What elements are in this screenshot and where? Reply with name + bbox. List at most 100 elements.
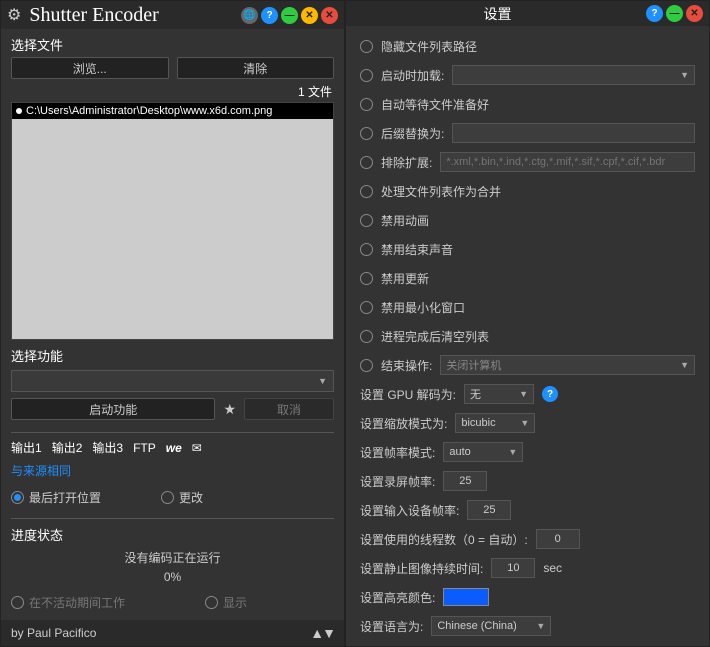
progress-status: 没有编码正在运行 xyxy=(1,547,344,568)
start-function-button[interactable]: 启动功能 xyxy=(11,398,215,420)
star-icon[interactable]: ★ xyxy=(223,401,236,418)
suffix-label: 后缀替换为: xyxy=(381,125,444,142)
threads-input[interactable] xyxy=(536,529,580,549)
exclude-label: 排除扩展: xyxy=(381,154,432,171)
chevron-down-icon: ▼ xyxy=(680,360,689,370)
chevron-down-icon: ▼ xyxy=(520,418,529,428)
exclude-input[interactable] xyxy=(440,152,695,172)
auto-wait-radio[interactable] xyxy=(360,98,373,111)
gpu-decode-label: 设置 GPU 解码为: xyxy=(360,386,456,403)
end-action-radio[interactable] xyxy=(360,359,373,372)
load-start-label: 启动时加载: xyxy=(381,67,444,84)
globe-icon[interactable]: 🌐 xyxy=(241,7,258,24)
change-radio[interactable] xyxy=(161,491,174,504)
hide-path-radio[interactable] xyxy=(360,40,373,53)
maximize-icon[interactable]: ✕ xyxy=(301,7,318,24)
browse-button[interactable]: 浏览... xyxy=(11,57,169,79)
app-title: Shutter Encoder xyxy=(29,4,238,27)
rec-fps-label: 设置录屏帧率: xyxy=(360,473,435,490)
change-label: 更改 xyxy=(179,489,203,506)
lang-dropdown[interactable]: Chinese (China) ▼ xyxy=(431,616,551,636)
show-label: 显示 xyxy=(223,594,247,611)
hide-path-label: 隐藏文件列表路径 xyxy=(381,38,477,55)
tab-output1[interactable]: 输出1 xyxy=(11,439,42,456)
chevron-down-icon: ▼ xyxy=(508,447,517,457)
file-item[interactable]: C:\Users\Administrator\Desktop\www.x6d.c… xyxy=(12,103,333,119)
suffix-input[interactable] xyxy=(452,123,695,143)
fps-mode-value: auto xyxy=(449,446,470,458)
lang-value: Chinese (China) xyxy=(437,620,516,632)
exclude-radio[interactable] xyxy=(360,156,373,169)
disable-update-label: 禁用更新 xyxy=(381,270,429,287)
fps-mode-label: 设置帧率模式: xyxy=(360,444,435,461)
tab-ftp[interactable]: FTP xyxy=(133,441,156,455)
progress-pct: 0% xyxy=(1,568,344,586)
gear-icon[interactable]: ⚙ xyxy=(7,5,21,25)
show-radio[interactable] xyxy=(205,596,218,609)
load-start-dropdown[interactable]: ▼ xyxy=(452,65,695,85)
mail-icon[interactable]: ✉ xyxy=(192,441,202,455)
same-as-source-link[interactable]: 与来源相同 xyxy=(1,460,344,481)
chevron-down-icon: ▼ xyxy=(536,621,545,631)
disable-update-radio[interactable] xyxy=(360,272,373,285)
help-icon[interactable]: ? xyxy=(646,5,663,22)
help-icon[interactable]: ? xyxy=(542,386,558,402)
credit: by Paul Pacifico xyxy=(11,626,96,640)
expand-icon[interactable]: ▲▼ xyxy=(310,625,334,641)
disable-min-label: 禁用最小化窗口 xyxy=(381,299,465,316)
close-icon[interactable]: ✕ xyxy=(686,5,703,22)
still-dur-label: 设置静止图像持续时间: xyxy=(360,560,483,577)
in-fps-input[interactable] xyxy=(467,500,511,520)
gpu-decode-dropdown[interactable]: 无▼ xyxy=(464,384,534,404)
idle-work-radio[interactable] xyxy=(11,596,24,609)
end-action-label: 结束操作: xyxy=(381,357,432,374)
open-last-radio[interactable] xyxy=(11,491,24,504)
end-action-dropdown[interactable]: 关闭计算机 ▼ xyxy=(440,355,695,375)
auto-wait-label: 自动等待文件准备好 xyxy=(381,96,489,113)
clear-after-radio[interactable] xyxy=(360,330,373,343)
scale-mode-value: bicubic xyxy=(461,417,495,429)
load-start-radio[interactable] xyxy=(360,69,373,82)
gpu-decode-value: 无 xyxy=(470,386,481,402)
rec-fps-input[interactable] xyxy=(443,471,487,491)
select-func-label: 选择功能 xyxy=(1,340,344,368)
chevron-down-icon: ▼ xyxy=(519,389,528,399)
disable-sound-radio[interactable] xyxy=(360,243,373,256)
merge-label: 处理文件列表作为合并 xyxy=(381,183,501,200)
help-icon[interactable]: ? xyxy=(261,7,278,24)
minimize-icon[interactable]: — xyxy=(281,7,298,24)
function-dropdown[interactable]: ▼ xyxy=(11,370,334,392)
chevron-down-icon: ▼ xyxy=(680,70,689,80)
select-file-label: 选择文件 xyxy=(1,29,344,57)
cancel-button[interactable]: 取消 xyxy=(244,398,334,420)
close-icon[interactable]: ✕ xyxy=(321,7,338,24)
lang-label: 设置语言为: xyxy=(360,618,423,635)
scale-mode-label: 设置缩放模式为: xyxy=(360,415,447,432)
open-last-label: 最后打开位置 xyxy=(29,489,101,506)
accent-color-picker[interactable] xyxy=(443,588,489,606)
file-count: 1 文件 xyxy=(1,79,344,102)
in-fps-label: 设置输入设备帧率: xyxy=(360,502,459,519)
scale-mode-dropdown[interactable]: bicubic ▼ xyxy=(455,413,535,433)
disable-anim-label: 禁用动画 xyxy=(381,212,429,229)
fps-mode-dropdown[interactable]: auto ▼ xyxy=(443,442,523,462)
still-dur-input[interactable] xyxy=(491,558,535,578)
settings-title: 设置 xyxy=(352,4,643,24)
clear-button[interactable]: 清除 xyxy=(177,57,335,79)
bullet-icon xyxy=(16,108,22,114)
suffix-radio[interactable] xyxy=(360,127,373,140)
minimize-icon[interactable]: — xyxy=(666,5,683,22)
file-list[interactable]: C:\Users\Administrator\Desktop\www.x6d.c… xyxy=(11,102,334,340)
accent-label: 设置高亮颜色: xyxy=(360,589,435,606)
tab-output3[interactable]: 输出3 xyxy=(92,439,123,456)
disable-sound-label: 禁用结束声音 xyxy=(381,241,453,258)
merge-radio[interactable] xyxy=(360,185,373,198)
wetransfer-icon[interactable]: we xyxy=(166,441,182,455)
disable-min-radio[interactable] xyxy=(360,301,373,314)
tab-output2[interactable]: 输出2 xyxy=(52,439,83,456)
disable-anim-radio[interactable] xyxy=(360,214,373,227)
output-tabs: 输出1 输出2 输出3 FTP we ✉ xyxy=(1,433,344,460)
end-action-value: 关闭计算机 xyxy=(446,357,501,373)
file-path: C:\Users\Administrator\Desktop\www.x6d.c… xyxy=(26,105,272,117)
chevron-down-icon: ▼ xyxy=(318,376,327,386)
